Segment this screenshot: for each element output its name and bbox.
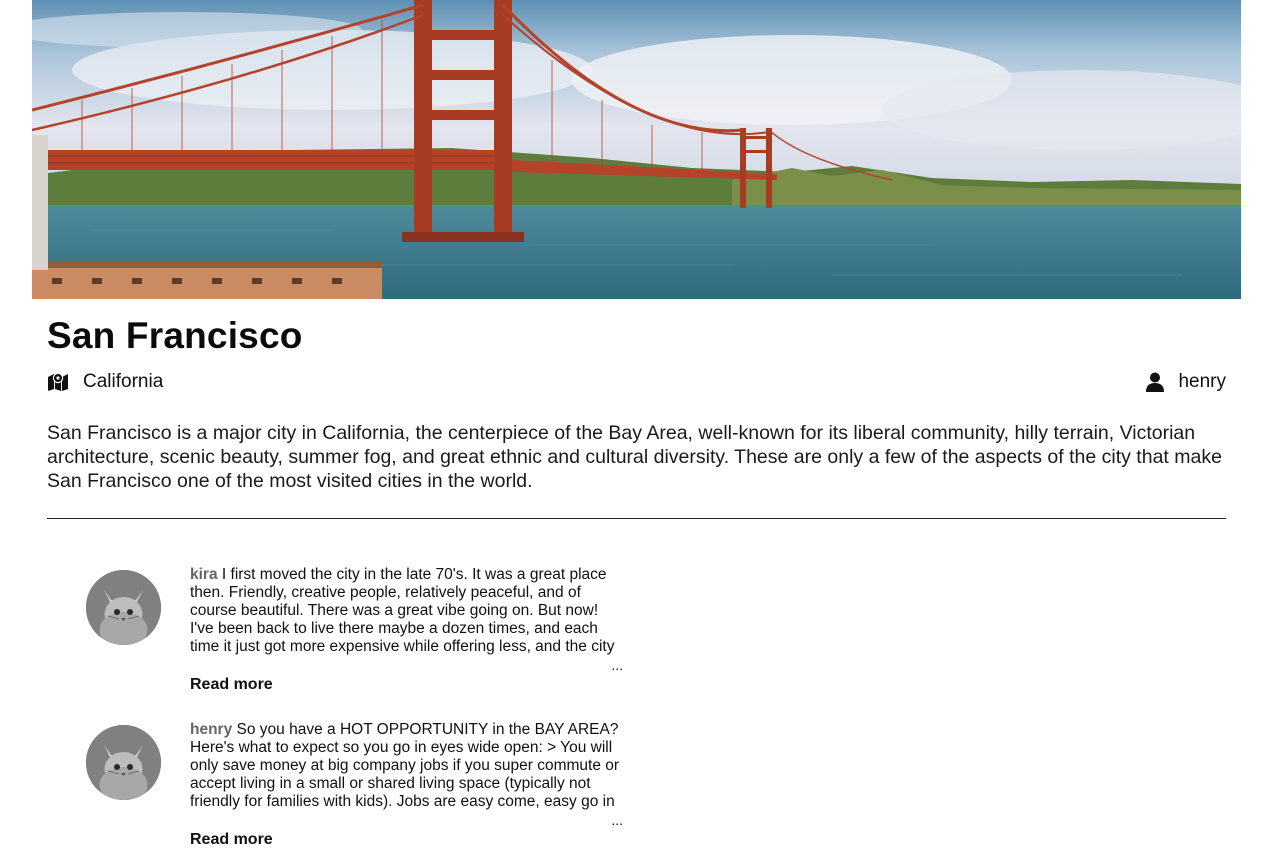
city-page: San Francisco California henry San Franc… — [0, 0, 1272, 851]
golden-gate-bridge-image — [32, 0, 1241, 299]
author-info: henry — [1146, 371, 1226, 393]
comment-content: I first moved the city in the late 70's.… — [190, 566, 615, 655]
city-meta: California henry — [47, 371, 1226, 401]
map-icon — [47, 372, 69, 392]
comment-text: henry So you have a HOT OPPORTUNITY in t… — [190, 721, 623, 811]
avatar[interactable] — [86, 725, 161, 800]
comment-author[interactable]: henry — [190, 721, 232, 738]
region-label: California — [83, 371, 164, 392]
user-icon — [1146, 372, 1165, 392]
region-info: California — [47, 371, 163, 393]
page-title: San Francisco — [47, 315, 303, 356]
read-more-link[interactable]: Read more — [190, 676, 273, 694]
hero-image — [32, 0, 1241, 299]
comment-content: So you have a HOT OPPORTUNITY in the BAY… — [190, 721, 620, 810]
comment-body: henry So you have a HOT OPPORTUNITY in t… — [190, 721, 623, 849]
truncation-ellipsis: ... — [611, 812, 623, 828]
divider — [47, 518, 1226, 519]
truncation-ellipsis: ... — [611, 657, 623, 673]
comment-text: kira I first moved the city in the late … — [190, 566, 623, 656]
author-label[interactable]: henry — [1178, 371, 1226, 393]
comment-author[interactable]: kira — [190, 566, 218, 583]
read-more-link[interactable]: Read more — [190, 831, 273, 849]
avatar[interactable] — [86, 570, 161, 645]
city-description: San Francisco is a major city in Califor… — [47, 422, 1222, 492]
comment-body: kira I first moved the city in the late … — [190, 566, 623, 694]
